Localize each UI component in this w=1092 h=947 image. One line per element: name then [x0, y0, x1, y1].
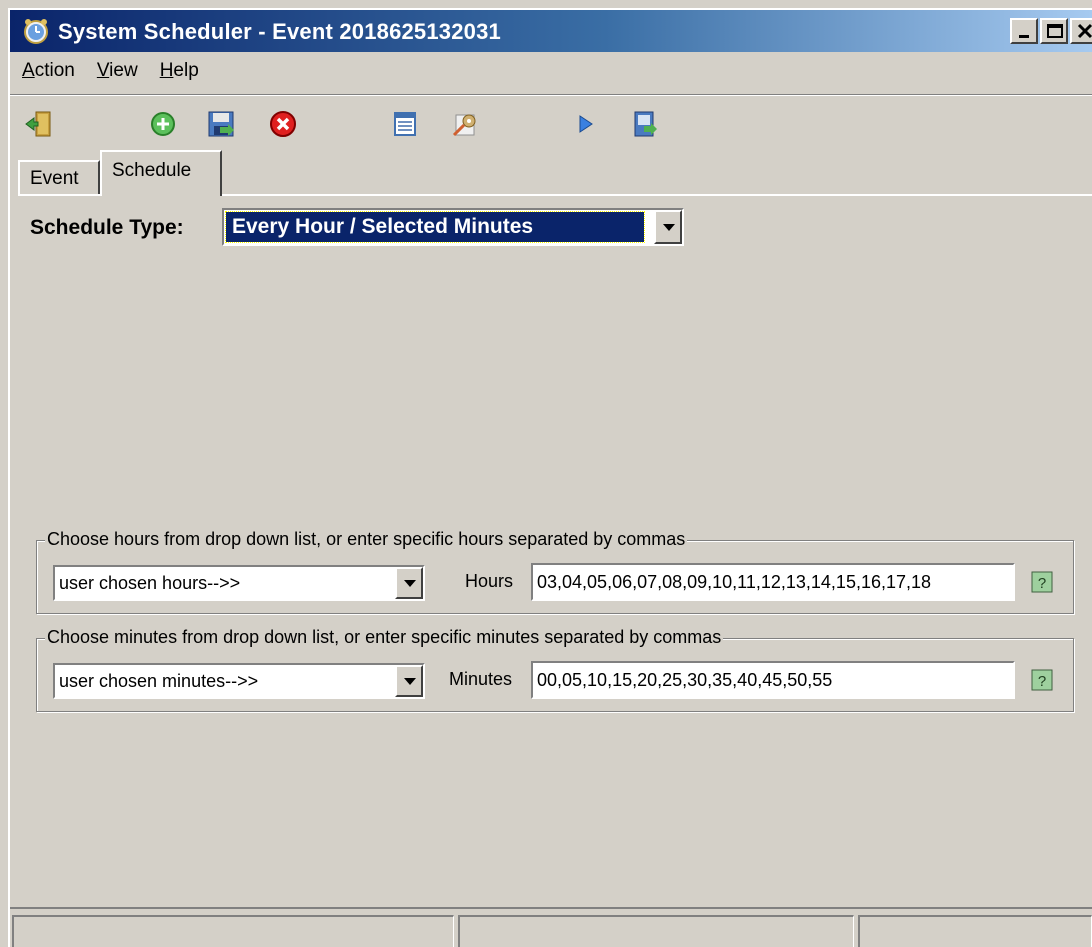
hours-dropdown[interactable]: user chosen hours-->> — [53, 565, 425, 601]
scheduler-window: System Scheduler - Event 2018625132031 A… — [8, 8, 1092, 947]
minimize-icon — [1019, 35, 1029, 38]
alarm-clock-icon — [24, 19, 48, 44]
menu-help[interactable]: Help — [160, 60, 199, 82]
menu-bar: Action View Help — [10, 54, 1092, 88]
minutes-label: Minutes — [449, 669, 513, 689]
exit-door-icon[interactable] — [24, 109, 54, 139]
hours-help-icon[interactable]: ? — [1031, 571, 1053, 593]
settings-icon[interactable] — [450, 109, 480, 139]
svg-text:?: ? — [1038, 575, 1046, 592]
add-icon[interactable] — [148, 109, 178, 139]
export-icon[interactable] — [630, 109, 660, 139]
minutes-group: Choose minutes from drop down list, or e… — [36, 627, 1074, 712]
hours-group: Choose hours from drop down list, or ent… — [36, 529, 1074, 614]
hours-label: Hours — [465, 571, 514, 591]
menu-action[interactable]: Action — [22, 60, 75, 82]
status-cell-3 — [858, 915, 1092, 947]
hours-group-legend: Choose hours from drop down list, or ent… — [45, 529, 688, 550]
toolbar — [10, 94, 1092, 147]
tab-schedule[interactable]: Schedule — [100, 150, 222, 196]
schedule-type-dropdown-button[interactable] — [654, 210, 682, 244]
title-bar[interactable]: System Scheduler - Event 2018625132031 — [10, 10, 1092, 52]
schedule-type-value: Every Hour / Selected Minutes — [225, 211, 645, 243]
save-icon[interactable] — [206, 109, 236, 139]
schedule-type-label: Schedule Type: — [30, 216, 184, 239]
minutes-group-legend: Choose minutes from drop down list, or e… — [45, 627, 724, 648]
minutes-dropdown-button[interactable] — [395, 665, 423, 697]
status-cell-1 — [12, 915, 454, 947]
status-cell-2 — [458, 915, 854, 947]
hours-dropdown-value: user chosen hours-->> — [59, 573, 241, 593]
delete-icon[interactable] — [268, 109, 298, 139]
maximize-icon — [1047, 24, 1063, 38]
svg-text:?: ? — [1038, 673, 1046, 690]
hours-input[interactable]: 03,04,05,06,07,08,09,10,11,12,13,14,15,1… — [531, 563, 1015, 601]
list-icon[interactable] — [390, 109, 420, 139]
close-button[interactable] — [1070, 18, 1092, 44]
minutes-input[interactable]: 00,05,10,15,20,25,30,35,40,45,50,55 — [531, 661, 1015, 699]
status-bar — [10, 907, 1092, 947]
maximize-button[interactable] — [1040, 18, 1068, 44]
hours-dropdown-button[interactable] — [395, 567, 423, 599]
window-title: System Scheduler - Event 2018625132031 — [58, 19, 501, 44]
minutes-dropdown[interactable]: user chosen minutes-->> — [53, 663, 425, 699]
window-controls — [1008, 18, 1092, 44]
minutes-help-icon[interactable]: ? — [1031, 669, 1053, 691]
run-icon[interactable] — [570, 109, 600, 139]
close-icon — [1077, 23, 1092, 39]
minutes-dropdown-value: user chosen minutes-->> — [59, 671, 259, 691]
tab-event[interactable]: Event — [18, 160, 100, 196]
menu-view[interactable]: View — [97, 60, 138, 82]
schedule-type-select[interactable]: Every Hour / Selected Minutes — [222, 208, 684, 246]
minimize-button[interactable] — [1010, 18, 1038, 44]
